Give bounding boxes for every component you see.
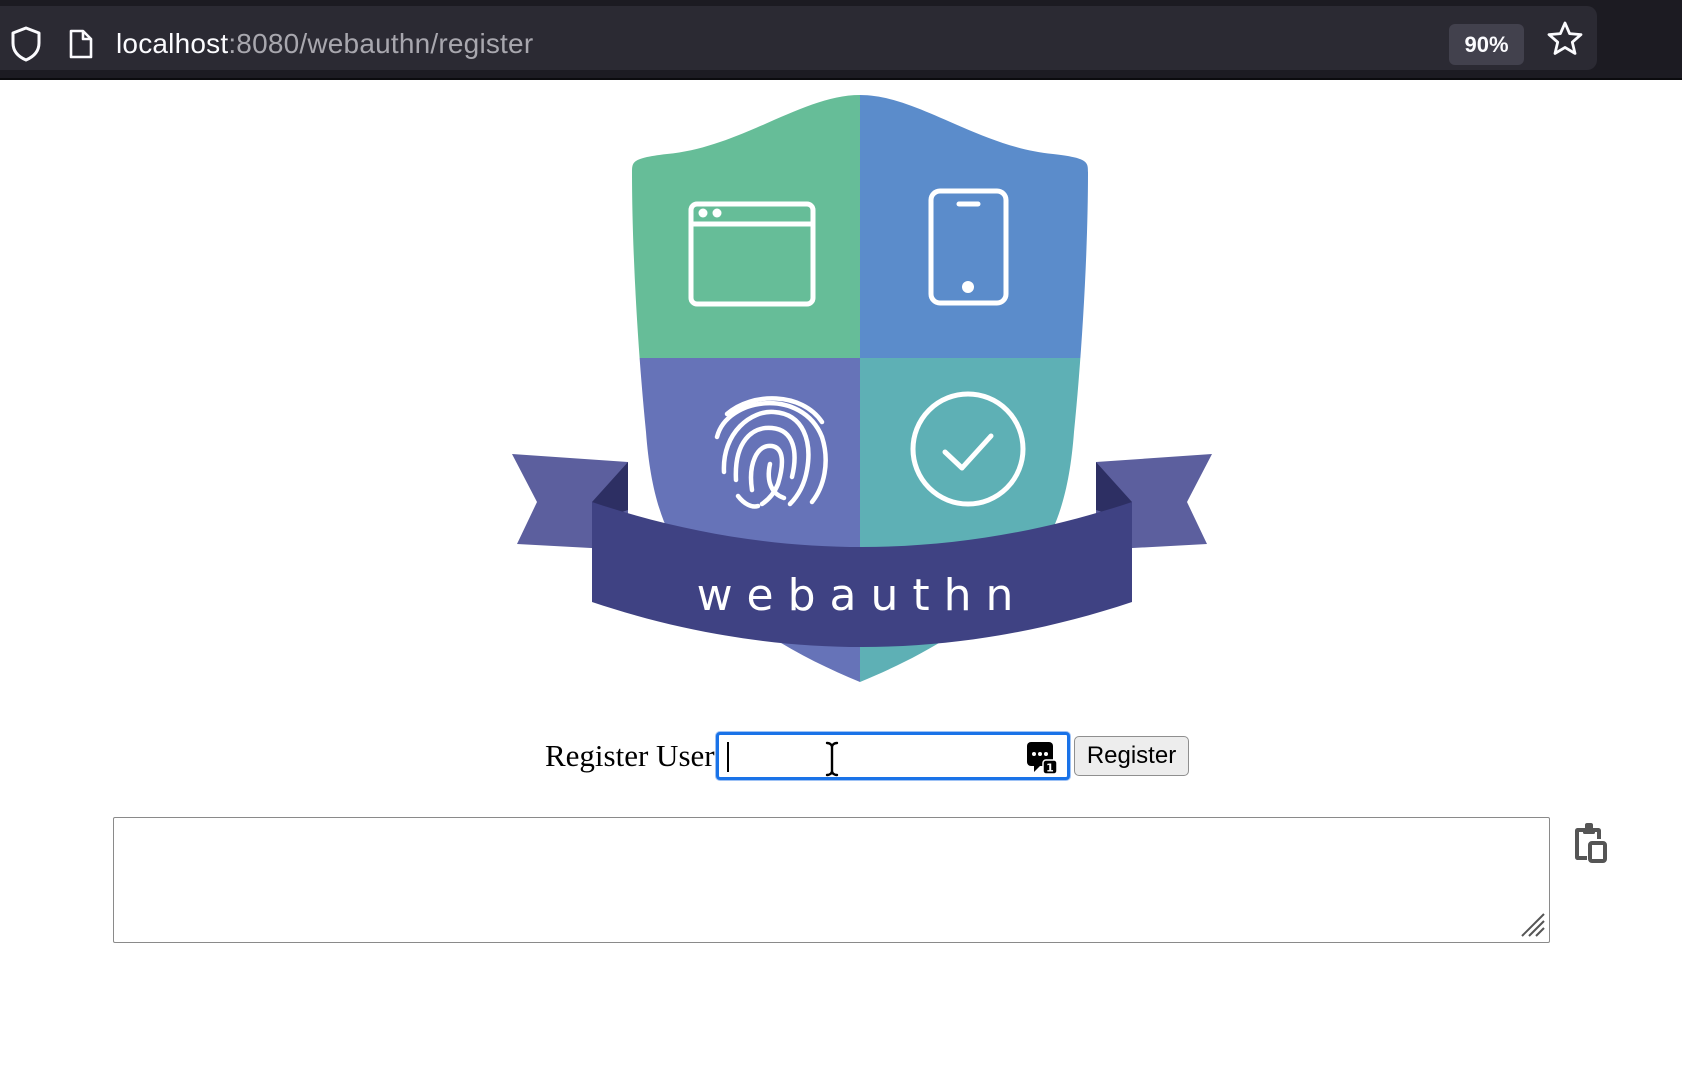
page-icon[interactable] [68, 28, 94, 60]
password-manager-icon[interactable]: 1 [1025, 740, 1059, 776]
register-button[interactable]: Register [1074, 736, 1189, 776]
ibeam-cursor-icon [825, 741, 839, 777]
register-user-label: Register User: [545, 738, 724, 773]
zoom-level-badge[interactable]: 90% [1449, 24, 1524, 65]
browser-toolbar: localhost:8080/webauthn/register 90% [0, 0, 1682, 80]
address-bar[interactable]: localhost:8080/webauthn/register 90% [0, 6, 1597, 70]
star-icon[interactable] [1546, 20, 1584, 58]
shield-icon[interactable] [10, 26, 42, 62]
register-form: Register User: 1 Register [0, 730, 1682, 782]
logo-wordmark: webauthn [697, 570, 1028, 621]
url-path: :8080/webauthn/register [228, 28, 534, 59]
url-host: localhost [116, 28, 229, 59]
resize-grip-icon[interactable] [1518, 910, 1546, 938]
text-caret [727, 742, 729, 772]
url-text[interactable]: localhost:8080/webauthn/register [116, 25, 533, 63]
svg-text:1: 1 [1046, 762, 1054, 775]
clipboard-copy-icon[interactable] [1572, 822, 1608, 864]
username-input[interactable] [719, 735, 1067, 777]
username-field-wrapper[interactable]: 1 [716, 732, 1070, 780]
webauthn-logo: webauthn [512, 95, 1212, 682]
output-textarea[interactable] [113, 817, 1550, 943]
